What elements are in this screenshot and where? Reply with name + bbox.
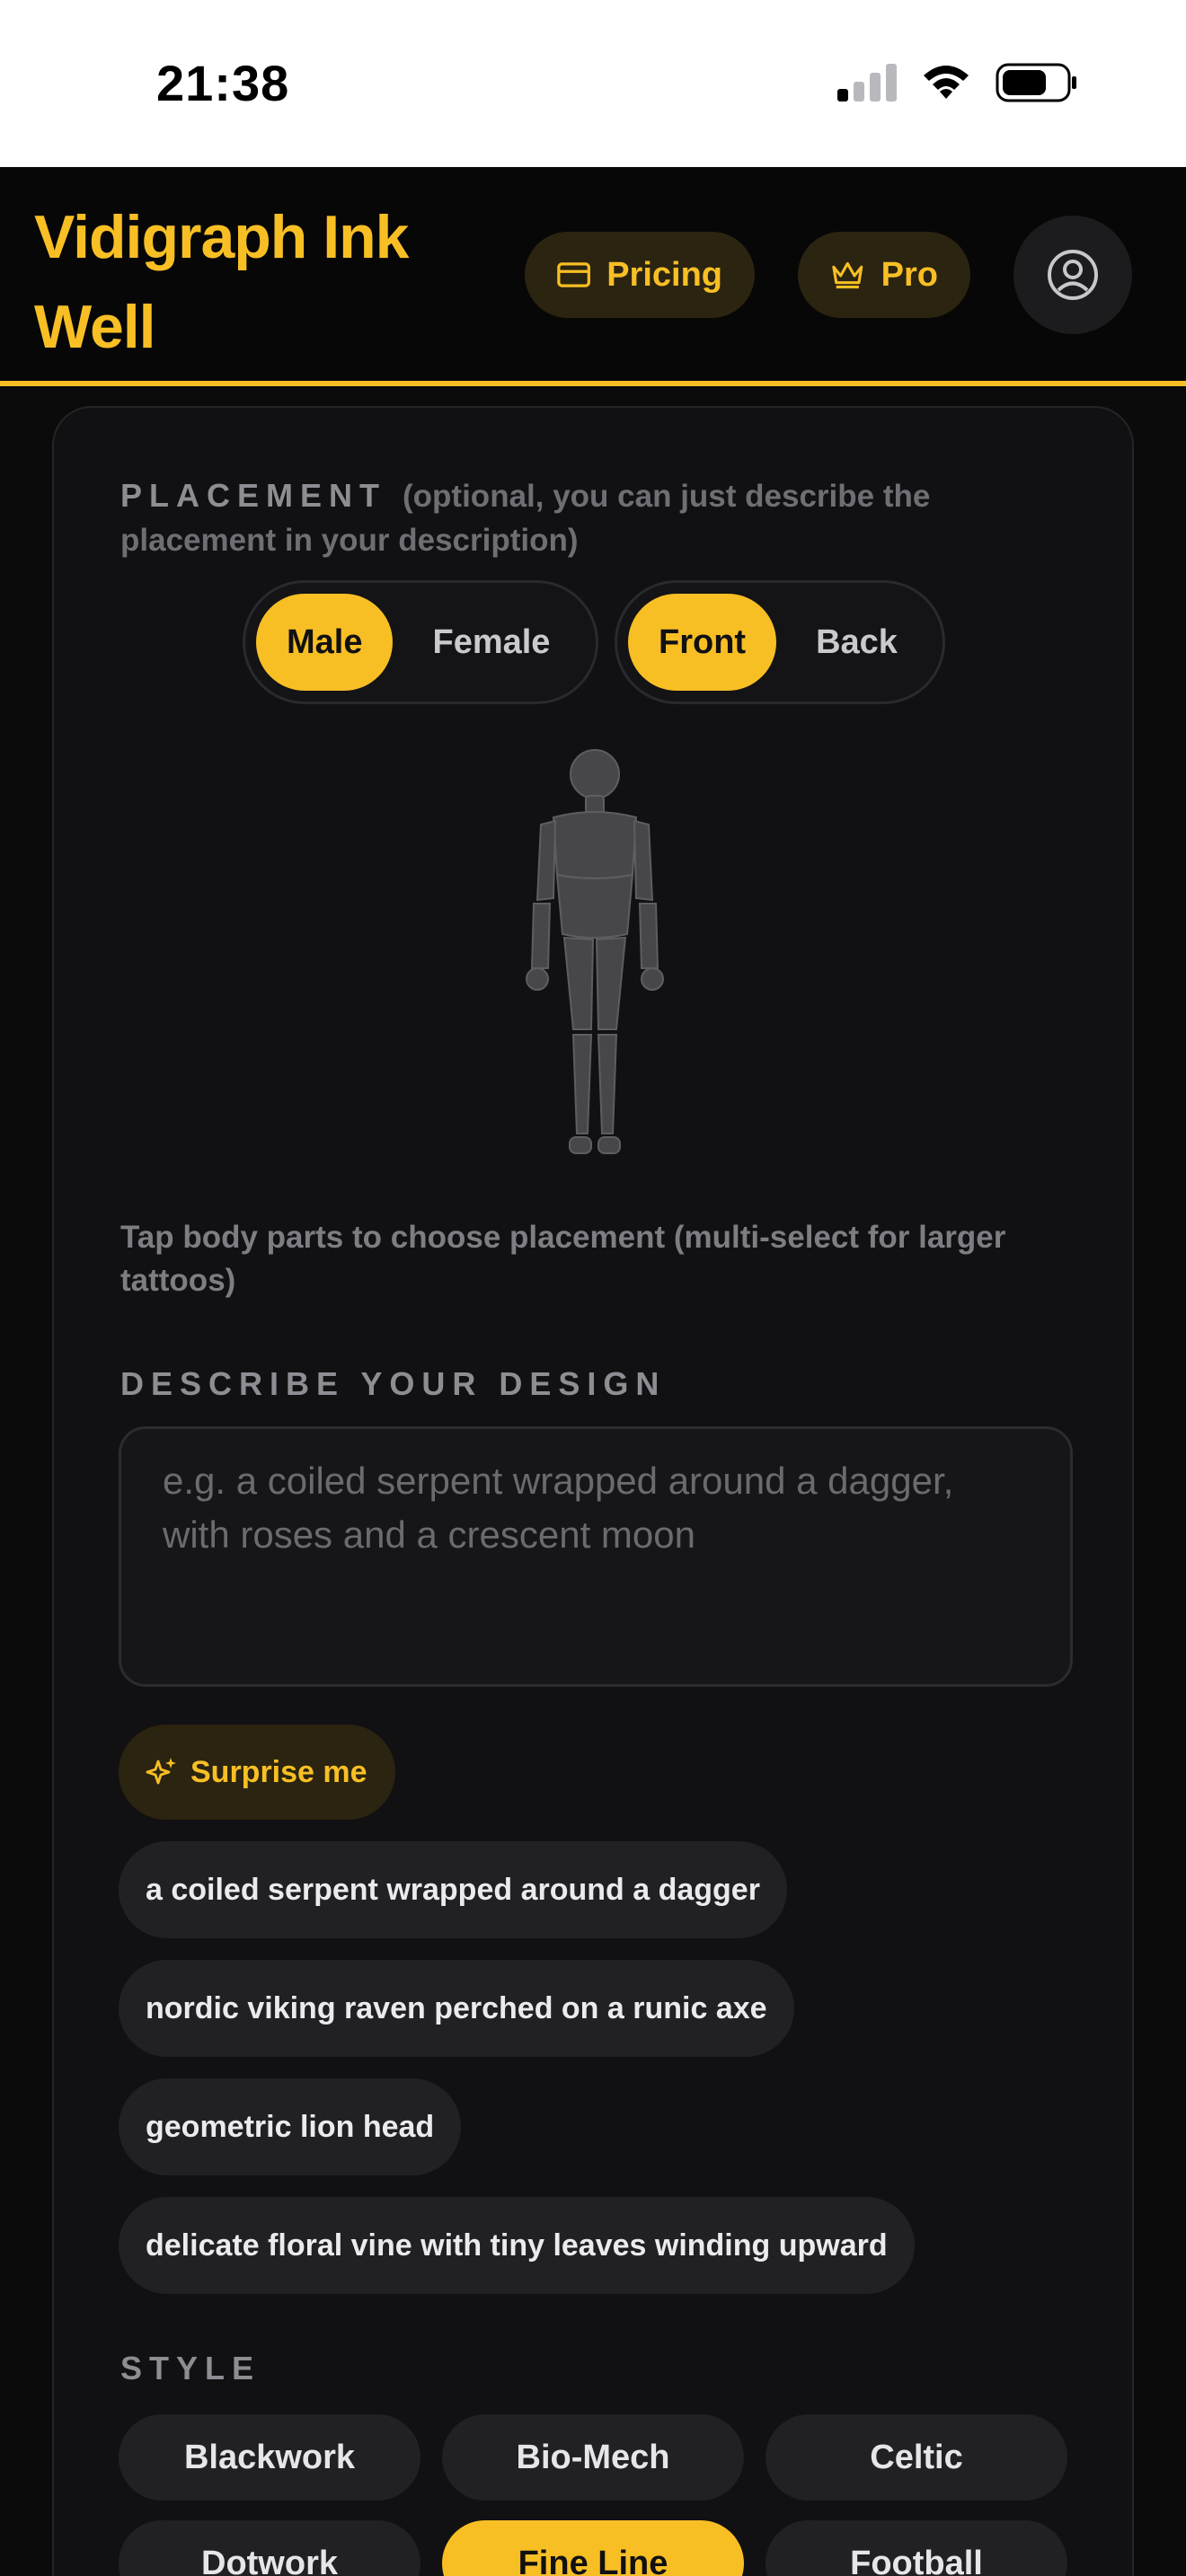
design-section-label: DESCRIBE YOUR DESIGN xyxy=(120,1365,667,1402)
battery-icon xyxy=(996,63,1076,102)
suggestion-chip[interactable]: nordic viking raven perched on a runic a… xyxy=(119,1960,794,2057)
body-part-chest[interactable] xyxy=(552,811,638,879)
style-option-football[interactable]: Football xyxy=(766,2520,1067,2576)
gender-toggle: Male Female xyxy=(243,580,598,704)
suggestion-chip[interactable]: a coiled serpent wrapped around a dagger xyxy=(119,1841,787,1938)
body-part-right-hand[interactable] xyxy=(641,967,664,991)
body-part-right-upper-arm[interactable] xyxy=(633,819,654,902)
gender-option-male[interactable]: Male xyxy=(256,594,394,691)
surprise-me-label: Surprise me xyxy=(190,1754,367,1789)
body-part-abdomen[interactable] xyxy=(555,873,634,939)
cellular-signal-icon xyxy=(837,64,897,101)
crown-icon xyxy=(832,261,863,289)
status-bar: 21:38 xyxy=(0,0,1186,167)
design-form-card: PLACEMENT (optional, you can just descri… xyxy=(52,406,1134,2576)
body-part-left-foot[interactable] xyxy=(569,1136,592,1154)
pro-button[interactable]: Pro xyxy=(798,232,970,318)
design-description-input[interactable]: e.g. a coiled serpent wrapped around a d… xyxy=(119,1426,1073,1687)
body-part-left-forearm[interactable] xyxy=(530,903,552,969)
body-figure xyxy=(526,749,664,1154)
pro-label: Pro xyxy=(881,255,938,294)
app-header: Vidigraph Ink Well Pricing Pro xyxy=(0,167,1186,386)
surprise-me-button[interactable]: Surprise me xyxy=(119,1725,395,1820)
body-part-left-upper-arm[interactable] xyxy=(535,819,557,902)
pricing-label: Pricing xyxy=(606,255,722,294)
body-part-right-shin[interactable] xyxy=(597,1034,618,1134)
suggestion-chip[interactable]: geometric lion head xyxy=(119,2078,462,2175)
body-part-right-thigh[interactable] xyxy=(595,936,627,1030)
account-button[interactable] xyxy=(1013,216,1132,334)
body-part-right-forearm[interactable] xyxy=(638,903,659,969)
style-option-fine-line[interactable]: Fine Line xyxy=(442,2520,744,2576)
style-option-dotwork[interactable]: Dotwork xyxy=(119,2520,420,2576)
placement-hint: Tap body parts to choose placement (mult… xyxy=(120,1220,1006,1298)
brand-title: Vidigraph Ink Well xyxy=(34,203,409,361)
side-option-front[interactable]: Front xyxy=(628,594,777,691)
wifi-icon xyxy=(924,66,969,99)
user-circle-icon xyxy=(1048,250,1098,300)
body-part-left-thigh[interactable] xyxy=(562,936,595,1030)
placement-label: PLACEMENT xyxy=(120,477,386,514)
body-part-right-foot[interactable] xyxy=(597,1136,621,1154)
status-icons xyxy=(837,63,1078,102)
credit-card-icon xyxy=(557,262,590,287)
suggestion-chip[interactable]: delicate floral vine with tiny leaves wi… xyxy=(119,2197,915,2294)
style-option-celtic[interactable]: Celtic xyxy=(766,2414,1067,2501)
style-option-bio-mech[interactable]: Bio-Mech xyxy=(442,2414,744,2501)
body-part-head[interactable] xyxy=(570,749,620,799)
style-option-blackwork[interactable]: Blackwork xyxy=(119,2414,420,2501)
style-section-label: STYLE xyxy=(120,2350,261,2386)
side-option-back[interactable]: Back xyxy=(785,594,928,691)
side-toggle: Front Back xyxy=(615,580,945,704)
placement-section-label: PLACEMENT (optional, you can just descri… xyxy=(120,474,1073,562)
body-part-left-shin[interactable] xyxy=(571,1034,593,1134)
pricing-button[interactable]: Pricing xyxy=(525,232,755,318)
sparkles-icon xyxy=(146,1758,176,1785)
status-time: 21:38 xyxy=(156,55,290,111)
body-part-left-hand[interactable] xyxy=(526,967,549,991)
gender-option-female[interactable]: Female xyxy=(402,594,580,691)
